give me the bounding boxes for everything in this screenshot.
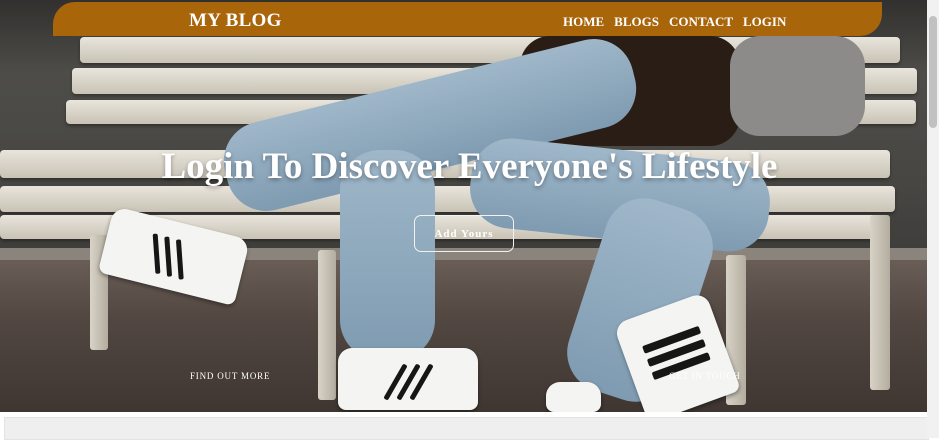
sneaker: [338, 348, 478, 410]
bench-leg: [318, 250, 336, 400]
hero-section: [0, 0, 927, 412]
hero-title: Login To Discover Everyone's Lifestyle: [161, 146, 778, 187]
top-navbar: MY BLOG HOME BLOGS CONTACT LOGIN: [53, 2, 882, 36]
nav-link-login[interactable]: LOGIN: [743, 14, 786, 30]
page-scrollbar[interactable]: [927, 0, 939, 438]
bench-leg: [870, 215, 890, 390]
nav-link-blogs[interactable]: BLOGS: [614, 14, 659, 30]
add-yours-button[interactable]: Add Yours: [414, 215, 514, 252]
nav-link-home[interactable]: HOME: [563, 14, 604, 30]
nav-link-contact[interactable]: CONTACT: [669, 14, 733, 30]
next-section-strip: [4, 417, 929, 440]
nav-links: HOME BLOGS CONTACT LOGIN: [563, 14, 786, 30]
sneaker: [546, 382, 601, 412]
get-in-touch-link[interactable]: GET IN TOUCH: [669, 371, 741, 381]
person-sleeve: [730, 36, 865, 136]
find-out-more-link[interactable]: FIND OUT MORE: [190, 371, 270, 381]
brand-logo-text[interactable]: MY BLOG: [189, 10, 282, 32]
scrollbar-thumb[interactable]: [929, 16, 937, 128]
